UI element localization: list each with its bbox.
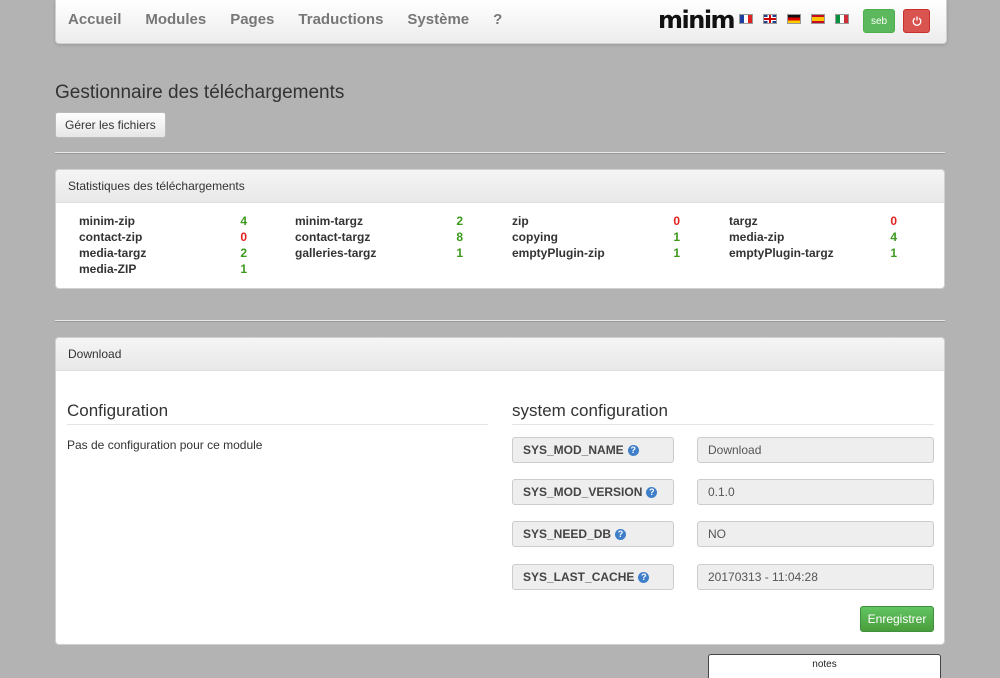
help-icon[interactable]: ? [646,486,658,498]
logout-button[interactable] [903,9,930,33]
module-heading: Download [56,338,944,371]
stats-heading: Statistiques des téléchargements [56,170,944,203]
stat-value: 1 [890,246,897,260]
page-title: Gestionnaire des téléchargements [55,82,345,103]
main-menu: Accueil Modules Pages Traductions Systèm… [68,11,526,28]
stat-value: 8 [456,230,463,244]
flag-es-icon[interactable] [811,14,825,24]
stat-value: 2 [240,246,247,260]
label-text: SYS_MOD_NAME [523,443,624,457]
nav-help[interactable]: ? [493,11,502,28]
system-config-title: system configuration [512,401,934,425]
stat-item: zip 0 [512,214,680,228]
stat-value: 4 [890,230,897,244]
stat-item: media-targz 2 [79,246,247,260]
stat-name: galleries-targz [295,246,377,260]
sys-mod-version-label: SYS_MOD_VERSION? [512,479,674,505]
stat-name: targz [729,214,758,228]
stat-item: contact-targz 8 [295,230,463,244]
stat-value: 2 [456,214,463,228]
stat-value: 4 [240,214,247,228]
stat-item: contact-zip 0 [79,230,247,244]
config-title: Configuration [67,401,488,425]
stat-name: copying [512,230,559,244]
nav-traductions[interactable]: Traductions [298,11,383,28]
module-panel: Download Configuration Pas de configurat… [55,337,945,645]
flag-it-icon[interactable] [835,14,849,24]
stat-name: emptyPlugin-targz [729,246,834,260]
stat-value: 1 [673,230,680,244]
stat-name: zip [512,214,529,228]
language-flags [739,14,859,24]
stat-item: minim-zip 4 [79,214,247,228]
stat-item: copying 1 [512,230,680,244]
divider [55,152,945,154]
stat-item: emptyPlugin-zip 1 [512,246,680,260]
sys-need-db-field[interactable]: NO [697,521,934,547]
nav-pages[interactable]: Pages [230,11,274,28]
sys-last-cache-label: SYS_LAST_CACHE? [512,564,674,590]
sys-mod-version-field[interactable]: 0.1.0 [697,479,934,505]
power-icon [912,16,921,26]
divider [55,320,945,322]
help-icon[interactable]: ? [638,571,650,583]
sys-mod-name-field[interactable]: Download [697,437,934,463]
label-text: SYS_MOD_VERSION [523,485,643,499]
flag-de-icon[interactable] [787,14,801,24]
stats-panel: Statistiques des téléchargements minim-z… [55,169,945,289]
minim-logo[interactable]: minim [658,6,736,34]
stat-value: 1 [673,246,680,260]
help-icon[interactable]: ? [615,528,627,540]
sys-need-db-label: SYS_NEED_DB? [512,521,674,547]
stat-name: minim-targz [295,214,364,228]
stat-name: contact-zip [79,230,143,244]
stat-name: media-ZIP [79,262,137,276]
label-text: SYS_LAST_CACHE [523,570,635,584]
flag-fr-icon[interactable] [739,14,753,24]
stat-value: 1 [456,246,463,260]
user-button[interactable]: seb [863,9,895,33]
stat-value: 0 [240,230,247,244]
stat-item: galleries-targz 1 [295,246,463,260]
stat-name: emptyPlugin-zip [512,246,605,260]
stat-value: 1 [240,262,247,276]
stat-value: 0 [890,214,897,228]
stat-name: contact-targz [295,230,371,244]
stat-name: media-zip [729,230,785,244]
label-text: SYS_NEED_DB [523,527,612,541]
stat-item: media-ZIP 1 [79,262,247,276]
manage-files-button[interactable]: Gérer les fichiers [55,112,166,138]
stat-item: minim-targz 2 [295,214,463,228]
sys-last-cache-field[interactable]: 20170313 - 11:04:28 [697,564,934,590]
stat-item: emptyPlugin-targz 1 [729,246,897,260]
save-button[interactable]: Enregistrer [860,606,934,632]
top-navbar: Accueil Modules Pages Traductions Systèm… [55,0,947,44]
stat-name: media-targz [79,246,147,260]
nav-modules[interactable]: Modules [145,11,206,28]
stat-item: targz 0 [729,214,897,228]
stat-name: minim-zip [79,214,135,228]
flag-en-icon[interactable] [763,14,777,24]
nav-accueil[interactable]: Accueil [68,11,121,28]
nav-systeme[interactable]: Système [407,11,469,28]
stat-item: media-zip 4 [729,230,897,244]
notes-tab[interactable]: notes [708,654,941,678]
sys-mod-name-label: SYS_MOD_NAME? [512,437,674,463]
config-note: Pas de configuration pour ce module [67,438,263,452]
help-icon[interactable]: ? [627,444,639,456]
stat-value: 0 [673,214,680,228]
